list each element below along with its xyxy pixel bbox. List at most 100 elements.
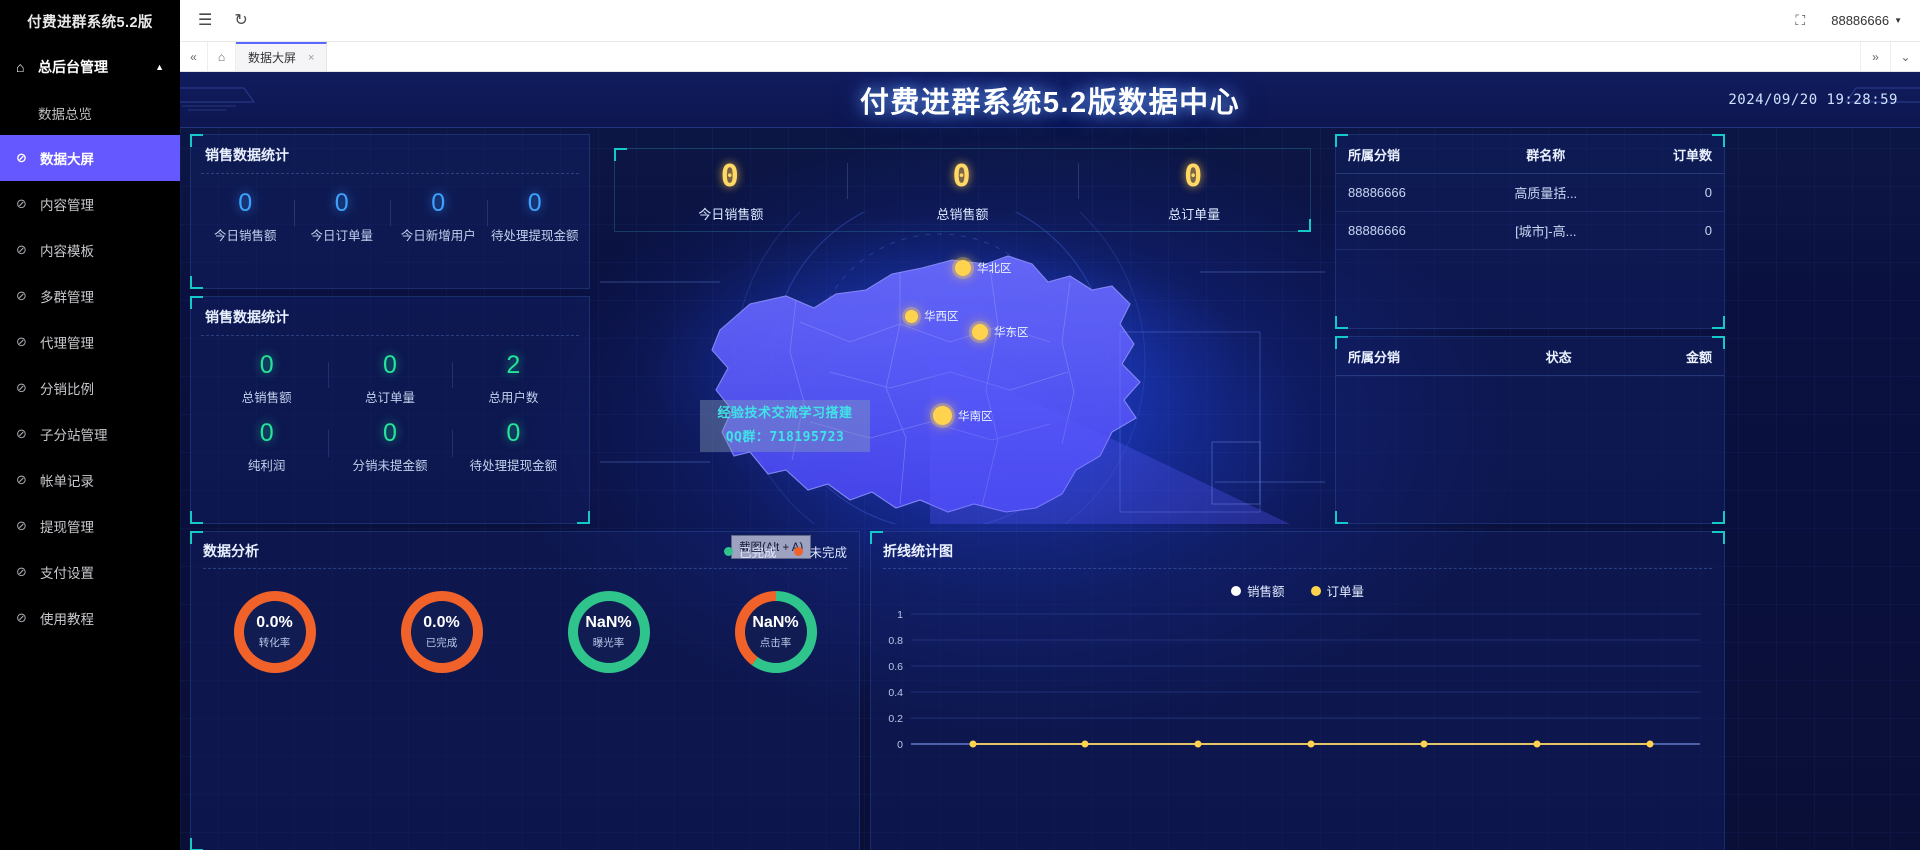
ytick-0: 0 — [897, 739, 903, 751]
tabs-more-icon[interactable]: ⌄ — [1890, 42, 1920, 71]
sidebar-item-content-manage[interactable]: ⊘ 内容管理 — [0, 181, 180, 227]
donut-value: NaN% — [585, 614, 632, 631]
map-marker-icon — [905, 309, 918, 323]
tabbar-spacer — [327, 42, 1860, 71]
donut-label: 曝光率 — [592, 637, 625, 649]
map-region-label: 华北区 — [977, 263, 1012, 275]
map-region-label: 华南区 — [958, 410, 993, 423]
panel-title: 数据分析 — [203, 543, 259, 559]
kpi-value: 0 — [259, 351, 274, 379]
donut-value: 0.0% — [423, 614, 460, 631]
sidebar-item-label: 内容模板 — [40, 244, 94, 259]
kpi-value: 0 — [431, 189, 446, 217]
expand-icon[interactable]: ⛶ — [1795, 12, 1805, 29]
col-distributor: 所属分销 — [1336, 135, 1474, 174]
home-icon: ⌂ — [16, 59, 25, 75]
legend-label: 未完成 — [809, 545, 847, 560]
sidebar-item-withdraw-manage[interactable]: ⊘ 提现管理 — [0, 503, 180, 549]
map-region-label: 华东区 — [994, 327, 1029, 339]
kpi-total-users: 2 总用户数 — [451, 351, 575, 406]
hamburger-icon[interactable]: ☰ — [198, 12, 212, 29]
sidebar-item-agent-manage[interactable]: ⊘ 代理管理 — [0, 319, 180, 365]
user-menu[interactable]: 88886666 ▼ — [1831, 13, 1902, 28]
tabs-prev-icon[interactable]: « — [180, 42, 208, 71]
map-label-huanan[interactable]: 华南区 — [933, 406, 993, 425]
legend-item-sales[interactable]: 销售额 — [1230, 581, 1285, 600]
sidebar-item-payment-settings[interactable]: ⊘ 支付设置 — [0, 549, 180, 595]
close-icon[interactable]: × — [308, 52, 314, 64]
today-kpi-row: 0 今日销售额 0 今日订单量 0 今日新增用户 0 待处理提现金额 — [191, 174, 589, 244]
legend-dot-done — [723, 546, 733, 556]
ytick-06: 0.6 — [888, 661, 903, 673]
kpi-value: 0 — [334, 189, 349, 217]
col-group-name: 群名称 — [1473, 135, 1619, 174]
line-chart-plot: 1 0.8 0.6 0.4 0.2 0 — [885, 604, 1710, 846]
refresh-icon[interactable]: ↻ — [234, 12, 247, 29]
shield-check-icon: ⊘ — [16, 150, 27, 165]
shield-check-icon: ⊘ — [16, 196, 27, 211]
sidebar-item-content-template[interactable]: ⊘ 内容模板 — [0, 227, 180, 273]
sidebar-item-bill-records[interactable]: ⊘ 帐单记录 — [0, 457, 180, 503]
legend-item-orders[interactable]: 订单量 — [1310, 581, 1364, 600]
cell-order-count: 0 — [1618, 211, 1724, 250]
shield-check-icon: ⊘ — [16, 380, 27, 395]
legend-item-done[interactable]: 已完成 — [723, 542, 776, 561]
chevron-down-icon: ▼ — [1894, 16, 1902, 25]
chevron-up-icon[interactable]: ▲ — [155, 62, 164, 72]
tabs-next-icon[interactable]: » — [1860, 42, 1890, 71]
col-status: 状态 — [1503, 337, 1614, 376]
cell-order-count: 0 — [1618, 173, 1724, 212]
cell-group-name: [城市]-高... — [1473, 211, 1619, 250]
kpi-value: 0 — [383, 351, 397, 379]
sidebar-item-distribution-ratio[interactable]: ⊘ 分销比例 — [0, 365, 180, 411]
tabs-home-icon[interactable]: ⌂ — [208, 42, 236, 71]
legend-dot-undone — [794, 546, 804, 556]
corner-decor — [190, 511, 203, 524]
sidebar-item-group-manage[interactable]: ⊘ 多群管理 — [0, 273, 180, 319]
sidebar-item-data-screen[interactable]: ⊘ 数据大屏 — [0, 135, 180, 181]
donut-value: 0.0% — [256, 614, 293, 631]
sidebar-item-tutorial[interactable]: ⊘ 使用教程 — [0, 595, 180, 641]
scroll-indicator[interactable] — [360, 144, 366, 184]
map-label-huadong[interactable]: 华东区 — [972, 324, 1029, 340]
ytick-04: 0.4 — [888, 687, 903, 699]
sidebar-item-label: 支付设置 — [40, 566, 94, 581]
panel-title: 折线统计图 — [883, 543, 953, 559]
sidebar-item-label: 子分站管理 — [40, 428, 108, 443]
col-amount: 金额 — [1613, 337, 1724, 376]
tab-label: 数据大屏 — [248, 51, 297, 65]
sidebar-item-subsite-manage[interactable]: ⊘ 子分站管理 — [0, 411, 180, 457]
tab-data-screen[interactable]: 数据大屏 × — [236, 42, 328, 71]
map-marker-icon — [955, 260, 971, 276]
legend-dot-orders — [1310, 585, 1321, 596]
kpi-label: 待处理提现金额 — [490, 228, 579, 243]
line-title-row: 折线统计图 — [883, 532, 1712, 569]
kpi-value: 0 — [527, 189, 542, 217]
sidebar-item-label: 提现管理 — [40, 520, 94, 535]
legend-item-undone[interactable]: 未完成 — [794, 542, 847, 561]
shield-check-icon: ⊘ — [16, 564, 27, 579]
corner-decor — [870, 531, 883, 544]
map-label-huaxi[interactable]: 华西区 — [905, 308, 959, 324]
watermark-overlay: 经验技术交流学习搭建 QQ群：718195723 — [700, 400, 870, 452]
cell-distributor: 88886666 — [1336, 173, 1474, 212]
sidebar-group-admin[interactable]: ⌂ 总后台管理 ▲ — [0, 44, 180, 90]
table-row[interactable]: 88886666 高质量括... 0 — [1336, 173, 1724, 212]
corner-decor — [1335, 316, 1348, 329]
kpi-label: 纯利润 — [247, 458, 286, 473]
kpi-value: 0 — [383, 419, 397, 448]
sidebar-item-data-overview[interactable]: 数据总览 — [0, 90, 180, 135]
table-row[interactable]: 88886666 [城市]-高... 0 — [1336, 211, 1724, 250]
tab-bar: « ⌂ 数据大屏 × » ⌄ — [180, 42, 1920, 72]
donut-label: 点击率 — [759, 637, 792, 649]
corner-decor — [190, 276, 203, 289]
corner-decor — [1712, 531, 1725, 544]
shield-check-icon: ⊘ — [16, 426, 27, 441]
sidebar-item-label: 多群管理 — [40, 290, 94, 305]
table-header-row: 所属分销 群名称 订单数 — [1336, 135, 1724, 174]
panel-title: 销售数据统计 — [201, 135, 579, 174]
map-label-huabei[interactable]: 华北区 — [955, 260, 1012, 276]
dashboard: 付费进群系统5.2版数据中心 2024/09/20 19:28:59 销售数据统… — [180, 72, 1920, 850]
digital-value: 0 — [720, 159, 741, 194]
app-root: 付费进群系统5.2版 ⌂ 总后台管理 ▲ 数据总览 ⊘ 数据大屏 ⊘ 内容管理 … — [0, 0, 1920, 850]
